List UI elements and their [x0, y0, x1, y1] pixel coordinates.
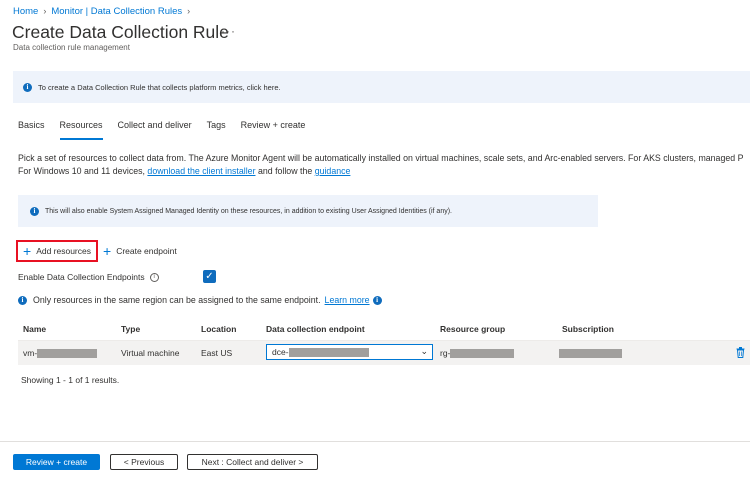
column-header-name[interactable]: Name [23, 324, 46, 334]
column-header-location[interactable]: Location [201, 324, 236, 334]
page-subtitle: Data collection rule management [13, 43, 130, 52]
info-banner-text: To create a Data Collection Rule that co… [38, 82, 281, 92]
info-tooltip-icon[interactable]: i [149, 272, 159, 282]
tab-collect-and-deliver[interactable]: Collect and deliver [118, 120, 192, 140]
more-options-icon[interactable]: ··· [221, 24, 236, 38]
column-header-type[interactable]: Type [121, 324, 140, 334]
enable-endpoints-label: Enable Data Collection Endpoints [18, 272, 145, 282]
previous-button[interactable]: < Previous [110, 454, 178, 470]
redacted-text [559, 349, 622, 359]
region-note: i Only resources in the same region can … [18, 293, 388, 307]
info-icon: i [18, 295, 27, 305]
create-endpoint-button[interactable]: + Create endpoint [98, 240, 182, 262]
column-header-resource-group[interactable]: Resource group [440, 324, 505, 334]
cell-name: vm- [23, 347, 98, 359]
cell-type: Virtual machine [121, 348, 180, 358]
delete-icon[interactable] [736, 347, 745, 358]
redacted-text [37, 349, 98, 359]
breadcrumb-home[interactable]: Home [13, 6, 38, 17]
info-icon: i [30, 206, 39, 216]
chevron-down-icon: ⌄ [420, 346, 428, 356]
add-resources-button[interactable]: + Add resources [16, 240, 98, 262]
learn-more-link[interactable]: Learn more [325, 295, 370, 305]
cell-location: East US [201, 348, 233, 358]
breadcrumb-monitor[interactable]: Monitor | Data Collection Rules [51, 6, 182, 17]
description-line-2: For Windows 10 and 11 devices, download … [18, 165, 750, 178]
download-client-installer-link[interactable]: download the client installer [147, 166, 255, 176]
plus-icon: + [23, 243, 32, 259]
tab-basics[interactable]: Basics [18, 120, 45, 140]
cell-subscription [559, 348, 622, 359]
enable-endpoints-checkbox[interactable]: ✓ [203, 270, 216, 283]
review-create-button[interactable]: Review + create [13, 454, 100, 470]
plus-icon: + [103, 243, 112, 259]
guidance-link[interactable]: guidance [315, 166, 351, 176]
table-header: Name Type Location Data collection endpo… [18, 318, 750, 341]
tab-resources[interactable]: Resources [59, 120, 103, 140]
description-line-1: Pick a set of resources to collect data … [18, 153, 744, 163]
region-note-text: Only resources in the same region can be… [33, 295, 321, 305]
resource-toolbar: + Add resources + Create endpoint [16, 240, 182, 262]
description-line-2-prefix: For Windows 10 and 11 devices, [18, 166, 148, 176]
create-endpoint-label: Create endpoint [116, 246, 177, 256]
description: Pick a set of resources to collect data … [18, 152, 750, 178]
tab-review-create[interactable]: Review + create [241, 120, 306, 140]
column-header-endpoint[interactable]: Data collection endpoint [266, 324, 365, 334]
info-banner[interactable]: i To create a Data Collection Rule that … [13, 71, 750, 103]
info-icon: i [372, 295, 382, 305]
redacted-text [288, 347, 369, 357]
tab-tags[interactable]: Tags [207, 120, 226, 140]
breadcrumb: Home › Monitor | Data Collection Rules › [13, 5, 195, 17]
redacted-text [450, 349, 515, 359]
result-count: Showing 1 - 1 of 1 results. [21, 375, 120, 385]
add-resources-label: Add resources [36, 246, 91, 256]
resources-table: Name Type Location Data collection endpo… [18, 318, 750, 365]
resource-name: vm- [23, 347, 38, 358]
chevron-right-icon: › [43, 6, 47, 16]
cell-resource-group: rg- [440, 347, 515, 359]
managed-identity-text: This will also enable System Assigned Ma… [45, 207, 452, 215]
info-icon: i [23, 82, 32, 92]
description-line-2-mid: and follow the [255, 166, 315, 176]
managed-identity-banner: i This will also enable System Assigned … [18, 195, 598, 227]
table-row[interactable]: vm- Virtual machine East US dce- ⌄ rg- [18, 341, 750, 365]
resource-group-value: rg- [440, 347, 451, 358]
wizard-tabs: Basics Resources Collect and deliver Tag… [18, 120, 320, 140]
column-header-subscription[interactable]: Subscription [562, 324, 614, 334]
endpoint-dropdown-value: dce- [272, 347, 289, 357]
page-title: Create Data Collection Rule [12, 22, 229, 42]
chevron-right-icon: › [187, 6, 191, 16]
footer-divider [0, 441, 750, 442]
next-button[interactable]: Next : Collect and deliver > [187, 454, 318, 470]
endpoint-dropdown[interactable]: dce- ⌄ [266, 344, 433, 360]
enable-endpoints-row: Enable Data Collection Endpoints i [18, 270, 159, 284]
